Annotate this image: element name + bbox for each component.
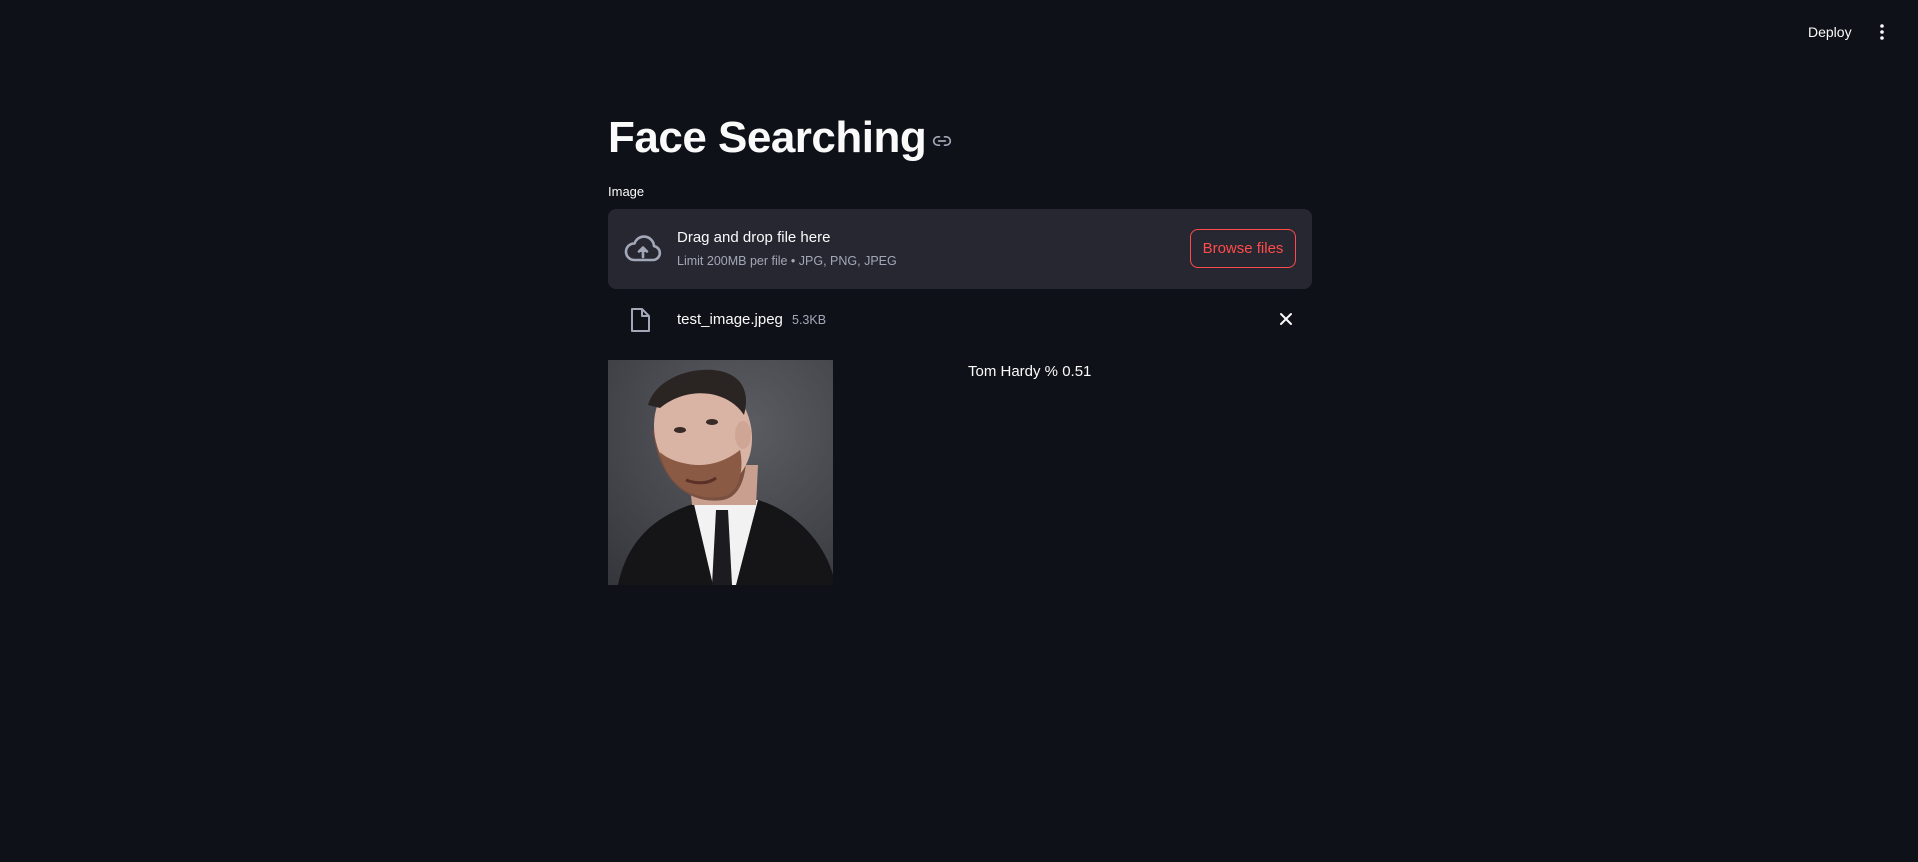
uploader-label: Image [608,184,645,199]
title-row: Face Searching [608,108,952,168]
uploaded-file-row: test_image.jpeg 5.3KB [608,303,1312,337]
uploaded-image-preview [608,360,833,585]
kebab-menu-icon [1880,24,1884,40]
cloud-upload-icon [624,233,662,270]
browse-files-button[interactable]: Browse files [1190,229,1296,268]
page-title: Face Searching [608,113,927,162]
close-icon [1280,313,1292,325]
deploy-button[interactable]: Deploy [1800,18,1860,46]
remove-file-button[interactable] [1278,311,1294,332]
search-result-text: Tom Hardy % 0.51 [968,363,1092,380]
file-icon [629,307,651,338]
main-menu-button[interactable] [1870,18,1894,46]
dropzone-limit-text: Limit 200MB per file • JPG, PNG, JPEG [677,254,897,268]
top-bar: Deploy [0,0,1918,64]
link-icon[interactable] [932,131,952,151]
dropzone-title: Drag and drop file here [677,229,831,246]
uploaded-file-size: 5.3KB [792,313,827,327]
uploaded-file-name: test_image.jpeg [677,311,783,328]
file-dropzone[interactable]: Drag and drop file here Limit 200MB per … [608,209,1312,289]
